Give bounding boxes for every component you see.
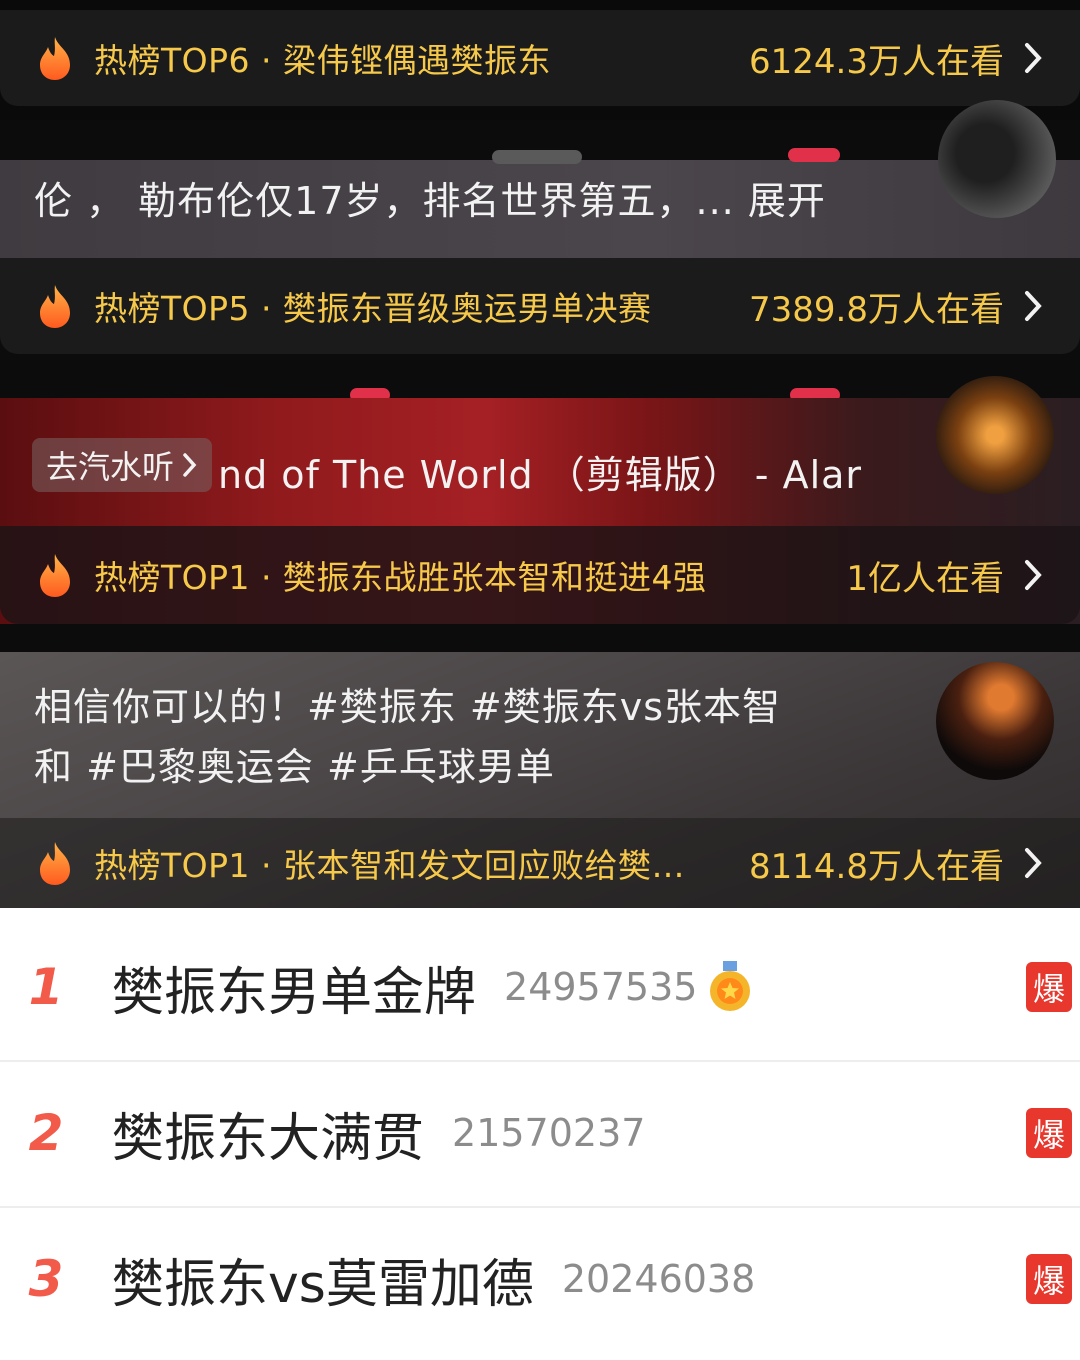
video-card-3[interactable] [0,354,1080,398]
video-caption[interactable]: 伦 ， 勒布伦仅17岁，排名世界第五，... 展开 [34,170,826,225]
flame-icon [40,37,70,80]
medal-icon [710,961,751,1011]
hot-badge: 爆 [1026,962,1072,1012]
trend-title: 樊振东大满贯 [112,1108,425,1169]
hot-bar-2[interactable]: 热榜TOP5 · 樊振东晋级奥运男单决赛 7389.8万人在看 [0,258,1080,354]
chevron-right-icon [1025,43,1042,73]
decor-shape [492,150,582,164]
hot-bar-views: 8114.8万人在看 [749,846,1004,887]
trend-count: 20246038 [561,1257,756,1301]
chevron-right-icon [1025,560,1042,590]
video-caption-line2[interactable]: 和 #巴黎奥运会 #乒乓球男单 [34,736,555,791]
trend-count: 24957535 [504,965,698,1009]
hot-bar-title: 热榜TOP5 · 樊振东晋级奥运男单决赛 [94,289,652,328]
trend-title: 樊振东vs莫雷加德 [112,1254,534,1315]
hot-bar-4[interactable]: 热榜TOP1 · 张本智和发文回应败给樊… 8114.8万人在看 [0,818,1080,908]
music-tag-button[interactable]: 去汽水听 [32,438,213,492]
list-item[interactable]: 2 樊振东大满贯 21570237 爆 [0,1060,1080,1206]
flame-icon [40,285,70,328]
chevron-right-icon [1025,848,1042,878]
hot-bar-title: 热榜TOP6 · 梁伟铿偶遇樊振东 [94,41,551,80]
avatar[interactable] [936,662,1054,780]
chevron-right-icon [1025,291,1042,321]
trend-count: 21570237 [452,1111,646,1155]
rank-number: 1 [28,958,64,1016]
hot-bar-views: 1亿人在看 [846,558,1004,599]
trend-title: 樊振东男单金牌 [112,962,477,1023]
trending-list: 1 樊振东男单金牌 24957535 爆 2 樊振东大满贯 21570237 爆… [0,908,1080,1360]
rank-number: 2 [28,1104,64,1162]
video-caption-line1[interactable]: 相信你可以的！#樊振东 #樊振东vs张本智 [34,676,781,731]
hot-bar-views: 7389.8万人在看 [749,289,1004,330]
flame-icon [40,554,70,597]
hot-bar-3[interactable]: 热榜TOP1 · 樊振东战胜张本智和挺进4强 1亿人在看 [0,526,1080,624]
hot-bar-views: 6124.3万人在看 [749,41,1004,82]
list-item[interactable]: 3 樊振东vs莫雷加德 20246038 爆 [0,1206,1080,1352]
list-item[interactable]: 1 樊振东男单金牌 24957535 爆 [0,914,1080,1060]
hot-bar-1[interactable]: 热榜TOP6 · 梁伟铿偶遇樊振东 6124.3万人在看 [0,10,1080,106]
music-title[interactable]: nd of The World （剪辑版） - Alar [218,444,862,499]
hot-bar-title: 热榜TOP1 · 樊振东战胜张本智和挺进4强 [94,558,707,597]
avatar[interactable] [938,100,1056,218]
video-card-4[interactable] [0,624,1080,652]
music-tag-label: 去汽水听 [46,448,175,486]
music-avatar[interactable] [936,376,1054,494]
hot-badge: 爆 [1026,1108,1072,1158]
rank-number: 3 [28,1250,64,1308]
chevron-right-icon [183,453,197,477]
decor-shape [788,148,840,162]
flame-icon [40,842,70,885]
hot-bar-title: 热榜TOP1 · 张本智和发文回应败给樊… [94,846,685,885]
hot-badge: 爆 [1026,1254,1072,1304]
